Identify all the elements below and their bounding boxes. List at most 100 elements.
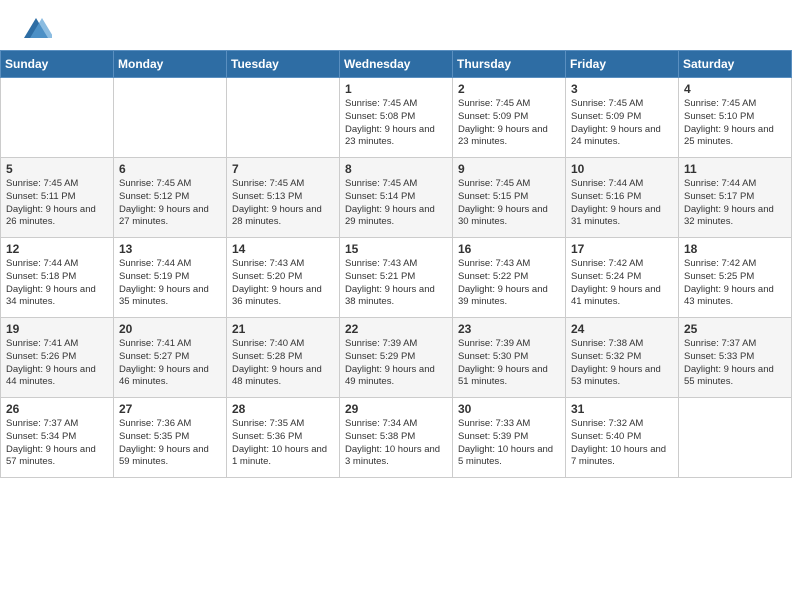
day-info: Sunrise: 7:44 AM Sunset: 5:17 PM Dayligh… (684, 178, 786, 229)
day-number: 24 (571, 322, 673, 336)
weekday-header-thursday: Thursday (453, 51, 566, 78)
day-number: 12 (6, 242, 108, 256)
day-number: 31 (571, 402, 673, 416)
calendar-page: SundayMondayTuesdayWednesdayThursdayFrid… (0, 0, 792, 612)
day-info: Sunrise: 7:42 AM Sunset: 5:25 PM Dayligh… (684, 258, 786, 309)
day-info: Sunrise: 7:45 AM Sunset: 5:12 PM Dayligh… (119, 178, 221, 229)
calendar-cell: 17 Sunrise: 7:42 AM Sunset: 5:24 PM Dayli… (566, 238, 679, 318)
calendar-cell: 28Sunrise: 7:35 AM Sunset: 5:36 PM Dayli… (227, 398, 340, 478)
day-number: 8 (345, 162, 447, 176)
calendar-cell: 19 Sunrise: 7:41 AM Sunset: 5:26 PM Dayli… (1, 318, 114, 398)
day-number: 3 (571, 82, 673, 96)
day-number: 13 (119, 242, 221, 256)
day-info: Sunrise: 7:36 AM Sunset: 5:35 PM Dayligh… (119, 418, 221, 469)
calendar-cell: 16 Sunrise: 7:43 AM Sunset: 5:22 PM Dayli… (453, 238, 566, 318)
day-number: 20 (119, 322, 221, 336)
calendar-cell: 11 Sunrise: 7:44 AM Sunset: 5:17 PM Dayli… (679, 158, 792, 238)
day-info: Sunrise: 7:39 AM Sunset: 5:29 PM Dayligh… (345, 338, 447, 389)
calendar-cell: 13 Sunrise: 7:44 AM Sunset: 5:19 PM Dayli… (114, 238, 227, 318)
day-number: 18 (684, 242, 786, 256)
day-number: 4 (684, 82, 786, 96)
calendar-cell (114, 78, 227, 158)
day-number: 15 (345, 242, 447, 256)
calendar-cell: 25 Sunrise: 7:37 AM Sunset: 5:33 PM Dayli… (679, 318, 792, 398)
day-info: Sunrise: 7:40 AM Sunset: 5:28 PM Dayligh… (232, 338, 334, 389)
day-info: Sunrise: 7:45 AM Sunset: 5:14 PM Dayligh… (345, 178, 447, 229)
day-number: 11 (684, 162, 786, 176)
calendar-cell: 31 Sunrise: 7:32 AM Sunset: 5:40 PM Dayli… (566, 398, 679, 478)
day-info: Sunrise: 7:45 AM Sunset: 5:09 PM Dayligh… (571, 98, 673, 149)
day-info: Sunrise: 7:44 AM Sunset: 5:19 PM Dayligh… (119, 258, 221, 309)
day-info: Sunrise: 7:41 AM Sunset: 5:26 PM Dayligh… (6, 338, 108, 389)
calendar-week-row: 12 Sunrise: 7:44 AM Sunset: 5:18 PM Dayli… (1, 238, 792, 318)
calendar-cell: 23 Sunrise: 7:39 AM Sunset: 5:30 PM Dayli… (453, 318, 566, 398)
day-info: Sunrise: 7:45 AM Sunset: 5:10 PM Dayligh… (684, 98, 786, 149)
calendar-cell: 21 Sunrise: 7:40 AM Sunset: 5:28 PM Dayli… (227, 318, 340, 398)
calendar-cell (227, 78, 340, 158)
weekday-header-friday: Friday (566, 51, 679, 78)
calendar-cell (1, 78, 114, 158)
weekday-header-wednesday: Wednesday (340, 51, 453, 78)
header (0, 0, 792, 50)
day-number: 27 (119, 402, 221, 416)
day-number: 6 (119, 162, 221, 176)
calendar-week-row: 5Sunrise: 7:45 AM Sunset: 5:11 PM Daylig… (1, 158, 792, 238)
day-number: 9 (458, 162, 560, 176)
day-number: 10 (571, 162, 673, 176)
day-info: Sunrise: 7:45 AM Sunset: 5:08 PM Dayligh… (345, 98, 447, 149)
day-number: 1 (345, 82, 447, 96)
calendar-cell (679, 398, 792, 478)
calendar-cell: 1 Sunrise: 7:45 AM Sunset: 5:08 PM Daylig… (340, 78, 453, 158)
day-info: Sunrise: 7:44 AM Sunset: 5:18 PM Dayligh… (6, 258, 108, 309)
calendar-cell: 12 Sunrise: 7:44 AM Sunset: 5:18 PM Dayli… (1, 238, 114, 318)
day-info: Sunrise: 7:42 AM Sunset: 5:24 PM Dayligh… (571, 258, 673, 309)
day-number: 19 (6, 322, 108, 336)
day-number: 23 (458, 322, 560, 336)
day-info: Sunrise: 7:44 AM Sunset: 5:16 PM Dayligh… (571, 178, 673, 229)
calendar-cell: 30Sunrise: 7:33 AM Sunset: 5:39 PM Dayli… (453, 398, 566, 478)
day-number: 2 (458, 82, 560, 96)
day-number: 29 (345, 402, 447, 416)
weekday-header-row: SundayMondayTuesdayWednesdayThursdayFrid… (1, 51, 792, 78)
day-number: 14 (232, 242, 334, 256)
calendar-cell: 15 Sunrise: 7:43 AM Sunset: 5:21 PM Dayli… (340, 238, 453, 318)
day-info: Sunrise: 7:41 AM Sunset: 5:27 PM Dayligh… (119, 338, 221, 389)
day-number: 26 (6, 402, 108, 416)
calendar-cell: 4 Sunrise: 7:45 AM Sunset: 5:10 PM Daylig… (679, 78, 792, 158)
day-number: 22 (345, 322, 447, 336)
calendar-cell: 3 Sunrise: 7:45 AM Sunset: 5:09 PM Daylig… (566, 78, 679, 158)
calendar-cell: 7Sunrise: 7:45 AM Sunset: 5:13 PM Daylig… (227, 158, 340, 238)
day-info: Sunrise: 7:45 AM Sunset: 5:13 PM Dayligh… (232, 178, 334, 229)
calendar-cell: 9Sunrise: 7:45 AM Sunset: 5:15 PM Daylig… (453, 158, 566, 238)
calendar-week-row: 19 Sunrise: 7:41 AM Sunset: 5:26 PM Dayli… (1, 318, 792, 398)
calendar-cell: 22 Sunrise: 7:39 AM Sunset: 5:29 PM Dayli… (340, 318, 453, 398)
day-info: Sunrise: 7:38 AM Sunset: 5:32 PM Dayligh… (571, 338, 673, 389)
day-number: 25 (684, 322, 786, 336)
day-info: Sunrise: 7:43 AM Sunset: 5:22 PM Dayligh… (458, 258, 560, 309)
day-number: 30 (458, 402, 560, 416)
calendar-cell: 29Sunrise: 7:34 AM Sunset: 5:38 PM Dayli… (340, 398, 453, 478)
logo-area (18, 14, 52, 42)
day-info: Sunrise: 7:39 AM Sunset: 5:30 PM Dayligh… (458, 338, 560, 389)
day-info: Sunrise: 7:43 AM Sunset: 5:20 PM Dayligh… (232, 258, 334, 309)
day-info: Sunrise: 7:37 AM Sunset: 5:33 PM Dayligh… (684, 338, 786, 389)
calendar-cell: 5Sunrise: 7:45 AM Sunset: 5:11 PM Daylig… (1, 158, 114, 238)
weekday-header-monday: Monday (114, 51, 227, 78)
day-info: Sunrise: 7:45 AM Sunset: 5:11 PM Dayligh… (6, 178, 108, 229)
day-number: 17 (571, 242, 673, 256)
calendar-table: SundayMondayTuesdayWednesdayThursdayFrid… (0, 50, 792, 478)
logo-icon (20, 14, 52, 42)
calendar-cell: 18 Sunrise: 7:42 AM Sunset: 5:25 PM Dayli… (679, 238, 792, 318)
day-number: 21 (232, 322, 334, 336)
day-info: Sunrise: 7:35 AM Sunset: 5:36 PM Dayligh… (232, 418, 334, 469)
day-number: 16 (458, 242, 560, 256)
day-info: Sunrise: 7:43 AM Sunset: 5:21 PM Dayligh… (345, 258, 447, 309)
calendar-cell: 27 Sunrise: 7:36 AM Sunset: 5:35 PM Dayli… (114, 398, 227, 478)
day-info: Sunrise: 7:37 AM Sunset: 5:34 PM Dayligh… (6, 418, 108, 469)
weekday-header-saturday: Saturday (679, 51, 792, 78)
day-info: Sunrise: 7:32 AM Sunset: 5:40 PM Dayligh… (571, 418, 673, 469)
weekday-header-sunday: Sunday (1, 51, 114, 78)
calendar-cell: 26 Sunrise: 7:37 AM Sunset: 5:34 PM Dayli… (1, 398, 114, 478)
day-info: Sunrise: 7:45 AM Sunset: 5:09 PM Dayligh… (458, 98, 560, 149)
calendar-cell: 20 Sunrise: 7:41 AM Sunset: 5:27 PM Dayli… (114, 318, 227, 398)
